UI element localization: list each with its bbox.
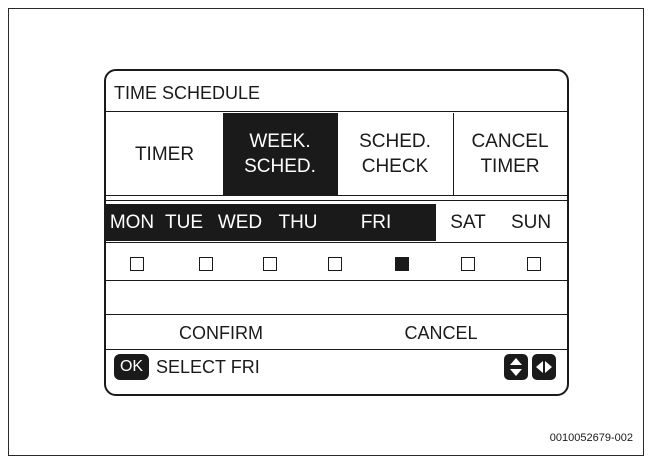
day-sun[interactable]: SUN [498, 204, 564, 241]
day-thu[interactable]: THU [270, 204, 326, 241]
checkbox-sun[interactable] [527, 257, 541, 271]
checkbox-wed[interactable] [263, 257, 277, 271]
tab-sched-check[interactable]: SCHED. CHECK [337, 113, 453, 195]
day-mon[interactable]: MON [106, 204, 158, 241]
day-sat[interactable]: SAT [440, 204, 496, 241]
tab-cancel-timer[interactable]: CANCEL TIMER [453, 113, 567, 195]
checkbox-thu[interactable] [328, 257, 342, 271]
cancel-button[interactable]: CANCEL [366, 319, 516, 347]
divider [106, 195, 567, 196]
divider [106, 111, 567, 112]
day-fri[interactable]: FRI [326, 204, 426, 241]
ok-key[interactable]: OK [114, 354, 149, 380]
tab-week-sched[interactable]: WEEK. SCHED. [223, 113, 337, 195]
day-wed[interactable]: WED [210, 204, 270, 241]
status-text: SELECT FRI [156, 357, 260, 377]
checkbox-mon[interactable] [130, 257, 144, 271]
divider [106, 200, 567, 201]
divider [106, 242, 567, 243]
checkbox-tue[interactable] [199, 257, 213, 271]
divider [106, 280, 567, 281]
screen-title: TIME SCHEDULE [114, 83, 261, 103]
day-tue[interactable]: TUE [158, 204, 210, 241]
confirm-button[interactable]: CONFIRM [146, 319, 296, 347]
checkbox-sat[interactable] [461, 257, 475, 271]
up-down-arrow-icon[interactable] [504, 354, 528, 380]
weekday-selector: MON TUE WED THU FRI SAT SUN [106, 204, 567, 241]
controller-display: TIME SCHEDULE TIMER WEEK. SCHED. SCHED. … [104, 69, 569, 396]
figure-code: 0010052679-002 [549, 432, 633, 444]
checkbox-fri[interactable] [395, 257, 409, 271]
divider [106, 349, 567, 350]
left-right-arrow-icon[interactable] [532, 354, 556, 380]
divider [106, 314, 567, 315]
tab-timer[interactable]: TIMER [106, 113, 223, 195]
